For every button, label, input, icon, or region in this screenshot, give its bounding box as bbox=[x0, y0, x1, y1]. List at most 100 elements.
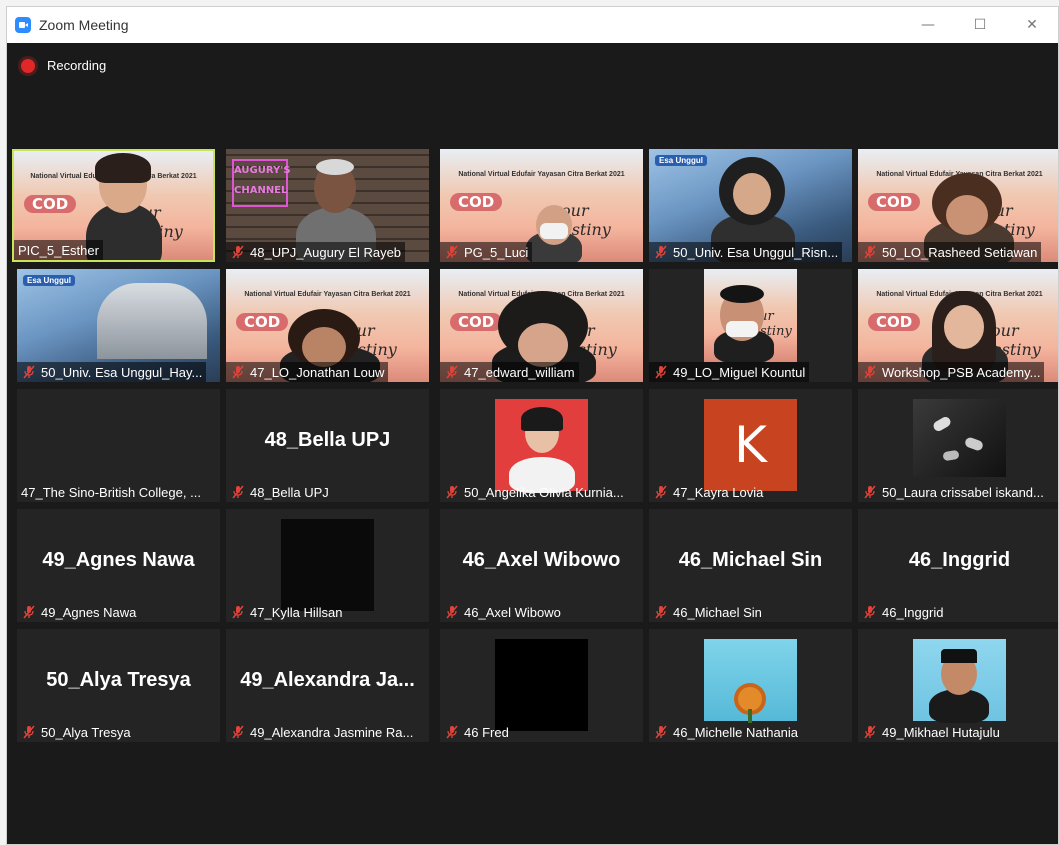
participant-name: 47_LO_Jonathan Louw bbox=[250, 364, 385, 380]
participant-tile[interactable]: National Virtual Edufair Yayasan Citra B… bbox=[12, 149, 215, 262]
participant-tile[interactable]: National Virtual Edufair Yayasan Citra B… bbox=[226, 269, 429, 382]
participant-name: 46 Fred bbox=[464, 724, 509, 740]
participant-name-label: 48_Bella UPJ bbox=[226, 482, 333, 502]
participant-name-label: 50_Univ. Esa Unggul_Hay... bbox=[17, 362, 207, 382]
mic-muted-icon bbox=[23, 365, 35, 379]
participant-display-name: 48_Bella UPJ bbox=[264, 429, 391, 451]
building-image bbox=[97, 283, 207, 359]
mic-muted-icon bbox=[655, 725, 667, 739]
recording-indicator[interactable]: Recording bbox=[21, 58, 106, 73]
mic-muted-icon bbox=[864, 725, 876, 739]
participant-name-label: Workshop_PSB Academy... bbox=[858, 362, 1045, 382]
banner-title: National Virtual Edufair Yayasan Citra B… bbox=[458, 171, 625, 178]
mic-muted-icon bbox=[232, 605, 244, 619]
participant-tile[interactable]: K 47_Kayra Lovia bbox=[649, 389, 852, 502]
augury-channel-sign: AUGURY'S CHANNEL bbox=[232, 159, 291, 207]
participant-tile[interactable]: National Virtual Edufair Yayasan Citra B… bbox=[858, 269, 1058, 382]
participant-tile[interactable]: 48_Bella UPJ 48_Bella UPJ bbox=[226, 389, 429, 502]
window-title: Zoom Meeting bbox=[39, 17, 129, 33]
participant-name-label: PG_5_Luci bbox=[440, 242, 533, 262]
participant-name: 50_Angelika Olivia Kurnia... bbox=[464, 484, 624, 500]
participant-photo bbox=[495, 639, 588, 731]
participant-tile[interactable]: 46_Inggrid 46_Inggrid bbox=[858, 509, 1058, 622]
participant-name: 50_Alya Tresya bbox=[41, 724, 131, 740]
participant-display-name: 46_Axel Wibowo bbox=[462, 549, 621, 571]
participant-tile[interactable]: your destiny 49_LO_Miguel Kountul bbox=[649, 269, 852, 382]
maximize-button[interactable]: ☐ bbox=[954, 7, 1006, 43]
participant-tile[interactable]: 47_Kylla Hillsan bbox=[226, 509, 429, 622]
participant-name: 50_Univ. Esa Unggul_Hay... bbox=[41, 364, 203, 380]
sunflower-image bbox=[738, 687, 762, 711]
participant-name-label: 49_Agnes Nawa bbox=[17, 602, 140, 622]
participant-name: 47_Kayra Lovia bbox=[673, 484, 764, 500]
mic-muted-icon bbox=[232, 725, 244, 739]
participant-hair bbox=[316, 159, 354, 175]
participant-tile[interactable]: National Virtual Edufair Yayasan Citra B… bbox=[440, 269, 643, 382]
mic-muted-icon bbox=[232, 245, 244, 259]
participant-name: 49_Alexandra Jasmine Ra... bbox=[250, 724, 414, 740]
participant-name-label: 48_UPJ_Augury El Rayeb bbox=[226, 242, 406, 262]
participant-tile[interactable]: Esa Unggul 50_Univ. Esa Unggul_Risn... bbox=[649, 149, 852, 262]
participant-tile[interactable]: AUGURY'S CHANNEL 48_UPJ_Augury El Rayeb bbox=[226, 149, 429, 262]
participant-name-label: 47_The Sino-British College, ... bbox=[17, 482, 205, 502]
title-bar: Zoom Meeting — ☐ ✕ bbox=[7, 7, 1058, 43]
avatar: K bbox=[704, 399, 797, 491]
participant-tile[interactable]: 50_Alya Tresya 50_Alya Tresya bbox=[17, 629, 220, 742]
shoe-image bbox=[963, 436, 985, 452]
participant-name: 50_Univ. Esa Unggul_Risn... bbox=[673, 244, 839, 260]
participant-face bbox=[946, 195, 988, 235]
participant-hair bbox=[521, 407, 563, 431]
participant-photo bbox=[913, 399, 1006, 477]
face-mask bbox=[540, 223, 568, 239]
participant-name: Workshop_PSB Academy... bbox=[882, 364, 1041, 380]
mic-muted-icon bbox=[446, 485, 458, 499]
participant-name-label: 50_Alya Tresya bbox=[17, 722, 135, 742]
window-controls: — ☐ ✕ bbox=[902, 7, 1058, 43]
participant-tile[interactable]: 50_Angelika Olivia Kurnia... bbox=[440, 389, 643, 502]
participant-name-label: 47_LO_Jonathan Louw bbox=[226, 362, 389, 382]
mic-muted-icon bbox=[655, 245, 667, 259]
participant-tile[interactable]: Esa Unggul 50_Univ. Esa Unggul_Hay... bbox=[17, 269, 220, 382]
participant-name: 48_UPJ_Augury El Rayeb bbox=[250, 244, 402, 260]
participant-display-name: 49_Alexandra Ja... bbox=[240, 669, 415, 691]
cod-badge: COD bbox=[868, 193, 921, 211]
recording-label: Recording bbox=[47, 58, 107, 73]
participant-name-label: 46_Michael Sin bbox=[649, 602, 766, 622]
banner-title: National Virtual Edufair Yayasan Citra B… bbox=[244, 291, 411, 298]
mic-muted-icon bbox=[446, 365, 458, 379]
participant-tile[interactable]: 46_Axel Wibowo 46_Axel Wibowo bbox=[440, 509, 643, 622]
participant-name-label: 46_Michelle Nathania bbox=[649, 722, 802, 742]
participant-tile[interactable]: 50_Laura crissabel iskand... bbox=[858, 389, 1058, 502]
cod-badge: COD bbox=[24, 195, 77, 213]
participant-tile[interactable]: 49_Alexandra Ja... 49_Alexandra Jasmine … bbox=[226, 629, 429, 742]
minimize-button[interactable]: — bbox=[902, 7, 954, 43]
participant-name-label: PIC_5_Esther bbox=[14, 240, 103, 260]
mic-muted-icon bbox=[23, 605, 35, 619]
participant-photo bbox=[913, 639, 1006, 723]
participant-tile[interactable]: 46_Michael Sin 46_Michael Sin bbox=[649, 509, 852, 622]
close-button[interactable]: ✕ bbox=[1006, 7, 1058, 43]
participant-tile[interactable]: 46_Michelle Nathania bbox=[649, 629, 852, 742]
mic-muted-icon bbox=[232, 365, 244, 379]
participant-face bbox=[944, 305, 984, 349]
participant-name: 50_LO_Rasheed Setiawan bbox=[882, 244, 1038, 260]
cod-badge: COD bbox=[450, 193, 503, 211]
mic-muted-icon bbox=[446, 725, 458, 739]
mic-muted-icon bbox=[864, 245, 876, 259]
participant-face bbox=[518, 323, 568, 367]
recording-dot-icon bbox=[21, 58, 35, 73]
shoe-image bbox=[931, 415, 953, 433]
participant-name-label: 49_LO_Miguel Kountul bbox=[649, 362, 810, 382]
cod-badge: COD bbox=[868, 313, 921, 331]
cod-badge: COD bbox=[236, 313, 289, 331]
participant-tile[interactable]: National Virtual Edufair Yayasan Citra B… bbox=[440, 149, 643, 262]
participant-face bbox=[302, 327, 346, 367]
participant-tile[interactable]: 46 Fred bbox=[440, 629, 643, 742]
participant-tile[interactable]: 49_Mikhael Hutajulu bbox=[858, 629, 1058, 742]
participant-tile[interactable]: 49_Agnes Nawa 49_Agnes Nawa bbox=[17, 509, 220, 622]
participant-tile[interactable]: National Virtual Edufair Yayasan Citra B… bbox=[858, 149, 1058, 262]
participant-tile[interactable]: 47_The Sino-British College, ... bbox=[17, 389, 220, 502]
participant-cap bbox=[941, 649, 977, 663]
mic-muted-icon bbox=[232, 485, 244, 499]
participant-name: 46_Michelle Nathania bbox=[673, 724, 799, 740]
